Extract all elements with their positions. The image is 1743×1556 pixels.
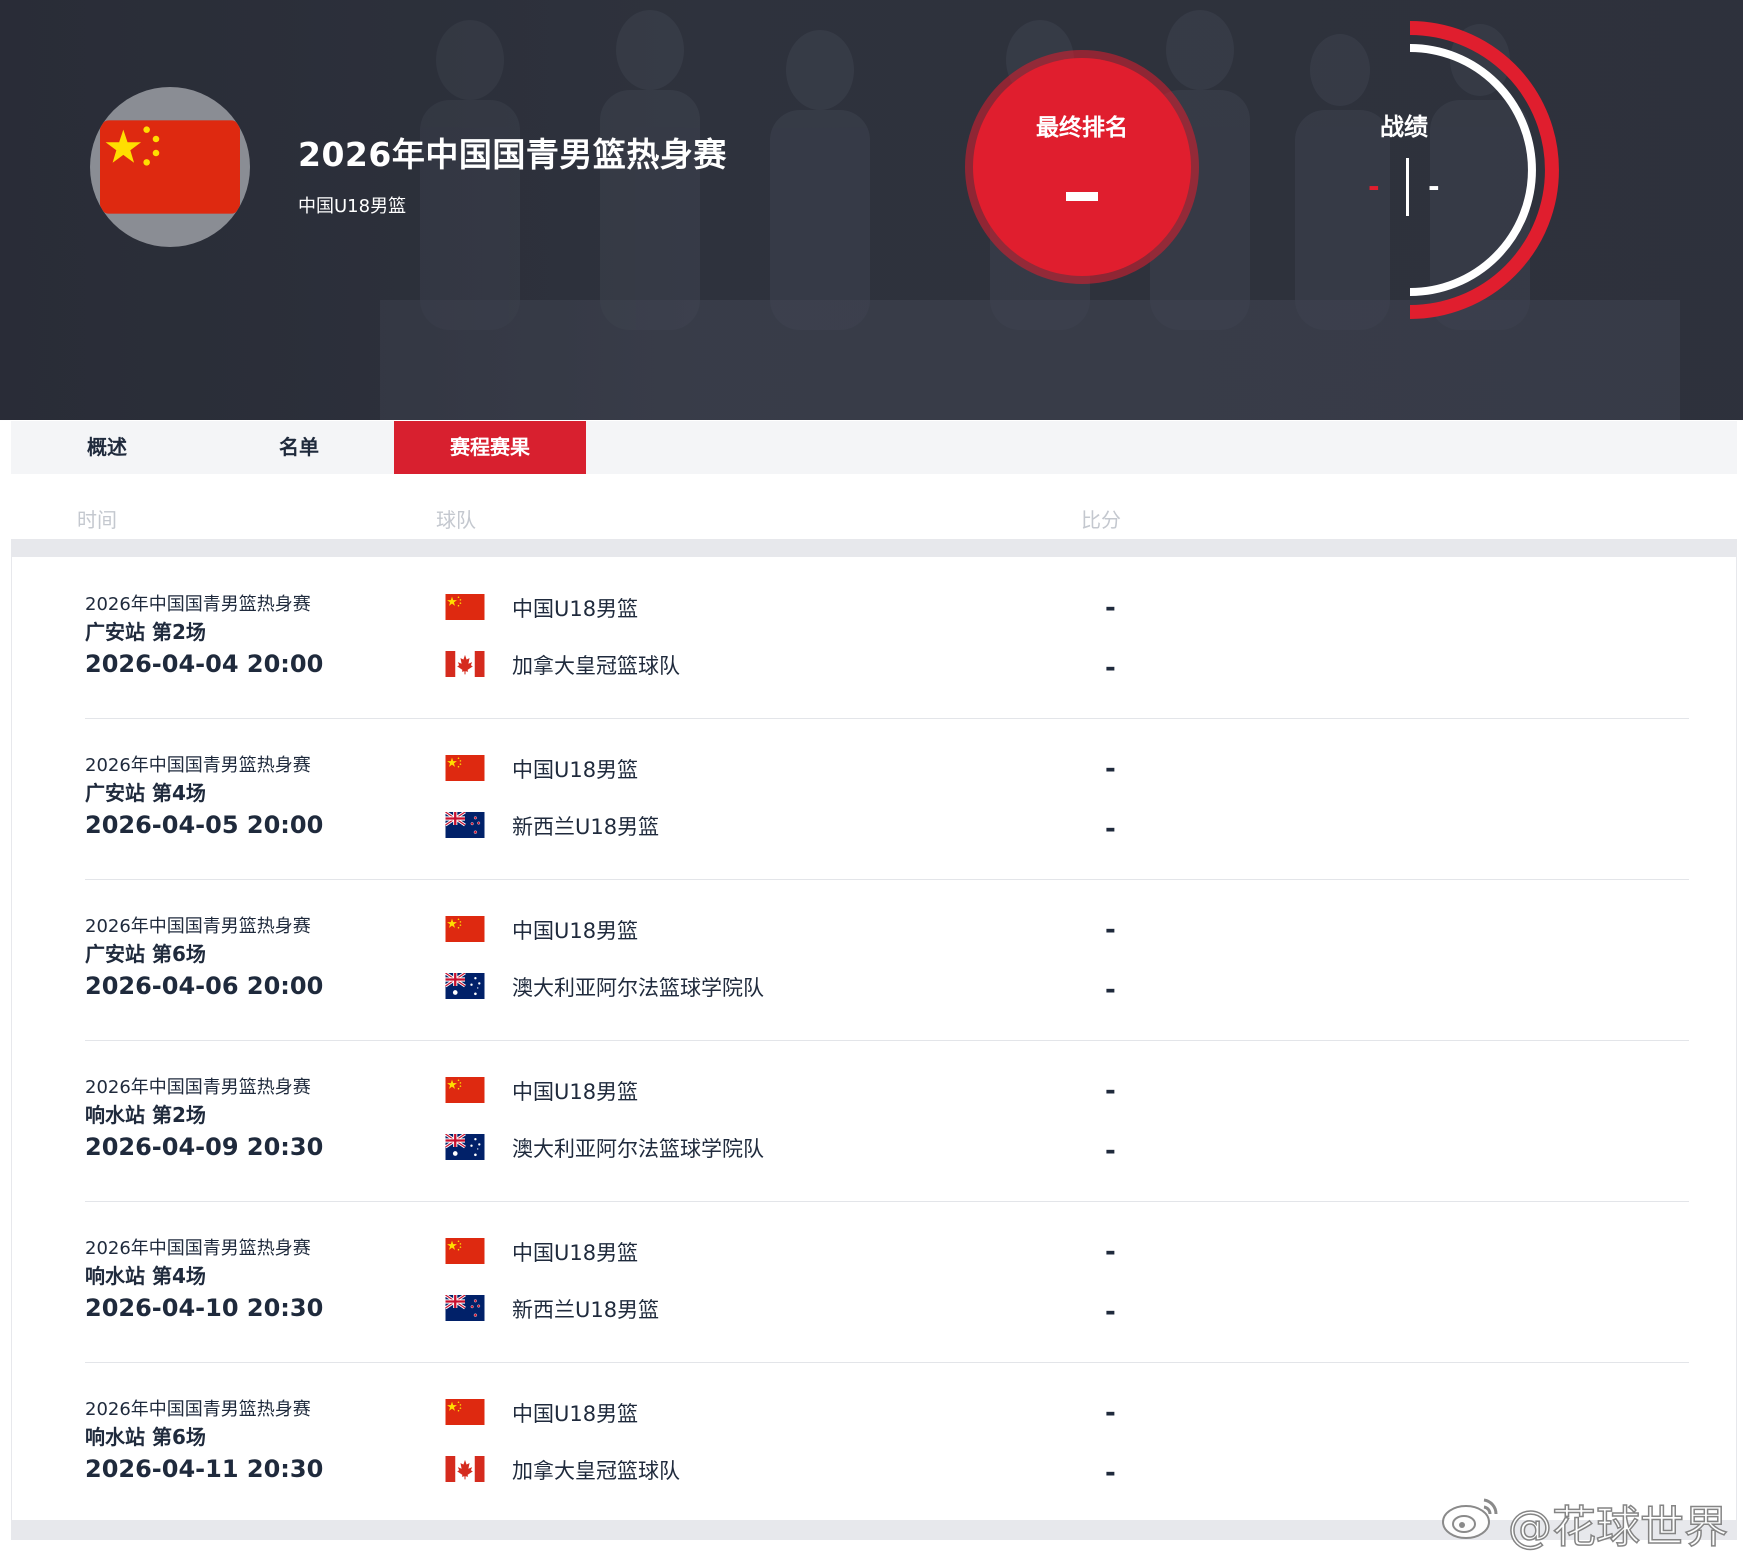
team-name: 中国U18男篮 — [298, 196, 407, 217]
record-losses: - — [1428, 170, 1440, 203]
match-row[interactable]: 2026年中国国青男篮热身赛 广安站 第2场 2026-04-04 20:00 … — [85, 557, 1689, 719]
match-competition: 2026年中国国青男篮热身赛 — [85, 916, 311, 937]
header-divider — [11, 539, 1737, 557]
record-wins: - — [1368, 170, 1380, 203]
watermark-text: @花球世界 — [1507, 1501, 1729, 1554]
away-team[interactable]: 加拿大皇冠篮球队 — [445, 649, 1045, 679]
schedule-table-header: 时间 球队 比分 — [0, 496, 1743, 536]
team-name: 澳大利亚阿尔法篮球学院队 — [512, 976, 764, 1000]
match-competition: 2026年中国国青男篮热身赛 — [85, 1399, 311, 1420]
team-name: 中国U18男篮 — [512, 597, 639, 621]
new-zealand-flag-icon — [445, 812, 485, 838]
tab-schedule-results[interactable]: 赛程赛果 — [394, 421, 586, 474]
china-flag-icon — [445, 1399, 485, 1425]
match-datetime: 2026-04-06 20:00 — [85, 972, 324, 1000]
china-flag-icon — [445, 1077, 485, 1103]
watermark: @花球世界 — [1440, 1488, 1740, 1554]
team-name: 中国U18男篮 — [512, 1402, 639, 1426]
away-score: - — [1105, 1458, 1116, 1488]
away-score: - — [1105, 814, 1116, 844]
match-round: 响水站 第2场 — [85, 1103, 206, 1127]
home-team[interactable]: 中国U18男篮 — [445, 753, 1045, 783]
tournament-title: 2026年中国国青男篮热身赛 — [298, 135, 727, 174]
column-header-score: 比分 — [1081, 508, 1121, 532]
australia-flag-icon — [445, 1134, 485, 1160]
china-flag-icon — [100, 120, 240, 214]
away-team[interactable]: 加拿大皇冠篮球队 — [445, 1454, 1045, 1484]
tab-overview[interactable]: 概述 — [11, 421, 203, 474]
match-row[interactable]: 2026年中国国青男篮热身赛 广安站 第6场 2026-04-06 20:00 … — [85, 879, 1689, 1041]
away-team[interactable]: 新西兰U18男篮 — [445, 810, 1045, 840]
home-score: - — [1105, 1237, 1116, 1267]
away-score: - — [1105, 653, 1116, 683]
record-divider — [1406, 158, 1409, 216]
final-rank-value: - — [1066, 192, 1098, 201]
home-team[interactable]: 中国U18男篮 — [445, 1397, 1045, 1427]
away-team[interactable]: 澳大利亚阿尔法篮球学院队 — [445, 1132, 1045, 1162]
final-rank-badge: 最终排名 - — [973, 58, 1191, 276]
match-round: 广安站 第6场 — [85, 942, 206, 966]
match-round: 响水站 第6场 — [85, 1425, 206, 1449]
match-competition: 2026年中国国青男篮热身赛 — [85, 594, 311, 615]
away-team[interactable]: 新西兰U18男篮 — [445, 1293, 1045, 1323]
match-datetime: 2026-04-11 20:30 — [85, 1455, 324, 1483]
home-score: - — [1105, 915, 1116, 945]
match-row[interactable]: 2026年中国国青男篮热身赛 响水站 第4场 2026-04-10 20:30 … — [85, 1201, 1689, 1363]
match-competition: 2026年中国国青男篮热身赛 — [85, 755, 311, 776]
china-flag-icon — [445, 916, 485, 942]
team-name: 中国U18男篮 — [512, 919, 639, 943]
canada-flag-icon — [445, 651, 485, 677]
match-datetime: 2026-04-05 20:00 — [85, 811, 324, 839]
team-name: 新西兰U18男篮 — [512, 1298, 660, 1322]
match-row[interactable]: 2026年中国国青男篮热身赛 广安站 第4场 2026-04-05 20:00 … — [85, 718, 1689, 880]
schedule-table: 2026年中国国青男篮热身赛 广安站 第2场 2026-04-04 20:00 … — [11, 557, 1737, 1520]
tab-roster[interactable]: 名单 — [203, 421, 395, 474]
away-team[interactable]: 澳大利亚阿尔法篮球学院队 — [445, 971, 1045, 1001]
home-team[interactable]: 中国U18男篮 — [445, 592, 1045, 622]
australia-flag-icon — [445, 973, 485, 999]
match-round: 响水站 第4场 — [85, 1264, 206, 1288]
home-score: - — [1105, 1398, 1116, 1428]
match-datetime: 2026-04-04 20:00 — [85, 650, 324, 678]
match-datetime: 2026-04-09 20:30 — [85, 1133, 324, 1161]
team-name: 中国U18男篮 — [512, 1241, 639, 1265]
team-tabs: 概述 名单 赛程赛果 — [11, 421, 1737, 474]
home-team[interactable]: 中国U18男篮 — [445, 914, 1045, 944]
home-score: - — [1105, 754, 1116, 784]
team-name: 中国U18男篮 — [512, 758, 639, 782]
column-header-time: 时间 — [77, 508, 117, 532]
match-round: 广安站 第2场 — [85, 620, 206, 644]
team-name: 加拿大皇冠篮球队 — [512, 1459, 680, 1483]
new-zealand-flag-icon — [445, 1295, 485, 1321]
record-label: 战绩 — [1380, 113, 1428, 141]
home-score: - — [1105, 1076, 1116, 1106]
team-name: 新西兰U18男篮 — [512, 815, 660, 839]
match-round: 广安站 第4场 — [85, 781, 206, 805]
china-flag-icon — [445, 1238, 485, 1264]
china-flag-icon — [445, 594, 485, 620]
home-team[interactable]: 中国U18男篮 — [445, 1236, 1045, 1266]
match-competition: 2026年中国国青男篮热身赛 — [85, 1077, 311, 1098]
final-rank-label: 最终排名 — [1036, 115, 1128, 141]
match-datetime: 2026-04-10 20:30 — [85, 1294, 324, 1322]
away-score: - — [1105, 1297, 1116, 1327]
match-competition: 2026年中国国青男篮热身赛 — [85, 1238, 311, 1259]
column-header-team: 球队 — [436, 508, 476, 532]
home-score: - — [1105, 593, 1116, 623]
team-hero-banner: 2026年中国国青男篮热身赛 中国U18男篮 最终排名 - 战绩 - - — [0, 0, 1743, 420]
away-score: - — [1105, 975, 1116, 1005]
record-ring-icon — [1409, 21, 1559, 319]
team-name: 澳大利亚阿尔法篮球学院队 — [512, 1137, 764, 1161]
team-flag-badge — [90, 87, 250, 247]
weibo-icon — [1442, 1498, 1498, 1539]
canada-flag-icon — [445, 1456, 485, 1482]
home-team[interactable]: 中国U18男篮 — [445, 1075, 1045, 1105]
team-name: 加拿大皇冠篮球队 — [512, 654, 680, 678]
match-row[interactable]: 2026年中国国青男篮热身赛 响水站 第2场 2026-04-09 20:30 … — [85, 1040, 1689, 1202]
away-score: - — [1105, 1136, 1116, 1166]
team-name: 中国U18男篮 — [512, 1080, 639, 1104]
china-flag-icon — [445, 755, 485, 781]
